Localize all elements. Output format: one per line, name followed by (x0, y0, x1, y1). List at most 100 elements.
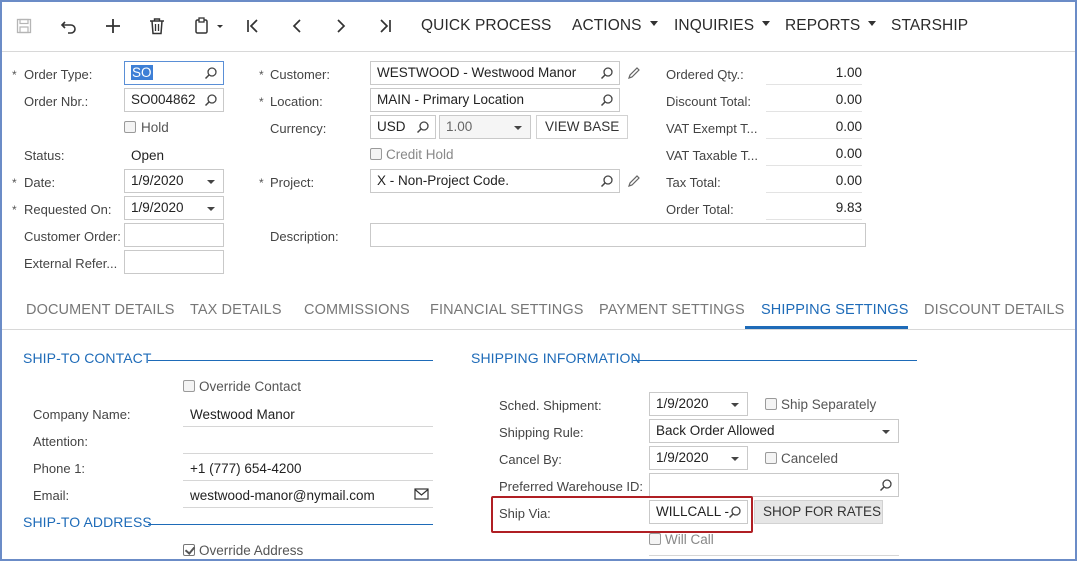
customer-label: Customer: (270, 67, 330, 82)
description-label: Description: (270, 229, 339, 244)
clipboard-icon[interactable] (192, 15, 228, 37)
preferred-warehouse-field[interactable] (649, 473, 899, 497)
reports-menu[interactable]: REPORTS (785, 17, 877, 35)
will-call-checkbox[interactable] (649, 533, 661, 545)
section-divider (148, 360, 433, 361)
delete-icon[interactable] (146, 15, 168, 37)
quick-process-menu[interactable]: QUICK PROCESS (421, 17, 552, 35)
field-underline (649, 555, 899, 556)
project-field[interactable]: X - Non-Project Code. (370, 169, 620, 193)
search-icon[interactable] (204, 66, 218, 80)
tab-document-details[interactable]: DOCUMENT DETAILS (26, 302, 175, 318)
tax-total-label: Tax Total: (666, 175, 721, 190)
search-icon[interactable] (728, 505, 742, 519)
ship-to-contact-header: SHIP-TO CONTACT (23, 350, 152, 366)
add-icon[interactable] (102, 15, 124, 37)
dropdown-arrow-icon[interactable] (514, 126, 522, 130)
external-ref-field[interactable] (124, 250, 224, 274)
sched-shipment-label: Sched. Shipment: (499, 398, 602, 413)
date-label: Date: (24, 175, 56, 190)
tab-tax-details[interactable]: TAX DETAILS (190, 302, 282, 318)
hold-label: Hold (141, 120, 169, 135)
email-field[interactable]: westwood-manor@nymail.com (190, 488, 375, 503)
phone1-field[interactable]: +1 (777) 654-4200 (190, 461, 301, 476)
order-type-label: Order Type: (24, 67, 93, 82)
vat-taxable-value: 0.00 (766, 144, 862, 166)
tab-financial-settings[interactable]: FINANCIAL SETTINGS (430, 302, 584, 318)
starship-menu[interactable]: STARSHIP (891, 17, 968, 35)
search-icon[interactable] (416, 120, 430, 134)
credit-hold-checkbox[interactable] (370, 148, 382, 160)
customer-field[interactable]: WESTWOOD - Westwood Manor (370, 61, 620, 85)
ship-separately-checkbox[interactable] (765, 398, 777, 410)
hold-checkbox[interactable] (124, 121, 136, 133)
view-base-button[interactable]: VIEW BASE (536, 115, 629, 139)
search-icon[interactable] (204, 93, 218, 107)
vat-taxable-label: VAT Taxable T... (666, 148, 759, 163)
edit-pencil-icon[interactable] (627, 66, 641, 80)
required-marker: * (12, 203, 17, 217)
section-divider (148, 524, 433, 525)
search-icon[interactable] (600, 174, 614, 188)
field-underline (183, 507, 433, 508)
previous-record-icon[interactable] (286, 15, 308, 37)
save-icon[interactable] (14, 15, 34, 37)
dropdown-arrow-icon[interactable] (731, 403, 739, 407)
ship-to-address-header: SHIP-TO ADDRESS (23, 514, 152, 530)
undo-icon[interactable] (58, 15, 80, 37)
dropdown-arrow-icon[interactable] (207, 207, 215, 211)
section-divider (633, 360, 917, 361)
order-nbr-field[interactable]: SO004862 (124, 88, 224, 112)
mail-icon[interactable] (414, 488, 429, 500)
tab-commissions[interactable]: COMMISSIONS (304, 302, 410, 318)
tab-payment-settings[interactable]: PAYMENT SETTINGS (599, 302, 745, 318)
description-field[interactable] (370, 223, 866, 247)
dropdown-arrow-icon[interactable] (207, 180, 215, 184)
first-record-icon[interactable] (242, 15, 264, 37)
actions-menu[interactable]: ACTIONS (572, 17, 658, 35)
order-type-field[interactable]: SO (124, 61, 224, 85)
ship-separately-label: Ship Separately (781, 397, 877, 412)
date-field[interactable]: 1/9/2020 (124, 169, 224, 193)
sched-shipment-field[interactable]: 1/9/2020 (649, 392, 748, 416)
canceled-checkbox[interactable] (765, 452, 777, 464)
field-underline (183, 426, 433, 427)
cancel-by-field[interactable]: 1/9/2020 (649, 446, 748, 470)
override-contact-checkbox[interactable] (183, 380, 195, 392)
search-icon[interactable] (879, 478, 893, 492)
discount-total-label: Discount Total: (666, 94, 752, 109)
requested-on-field[interactable]: 1/9/2020 (124, 196, 224, 220)
ship-via-label: Ship Via: (499, 506, 551, 521)
edit-pencil-icon[interactable] (627, 174, 641, 188)
currency-field[interactable]: USD (370, 115, 436, 139)
tab-shipping-settings[interactable]: SHIPPING SETTINGS (761, 302, 909, 318)
dropdown-arrow-icon[interactable] (731, 457, 739, 461)
required-marker: * (259, 68, 264, 82)
tax-total-value: 0.00 (766, 171, 862, 193)
company-name-field[interactable]: Westwood Manor (190, 407, 295, 422)
chevron-down-icon (649, 21, 658, 27)
vat-exempt-label: VAT Exempt T... (666, 121, 758, 136)
cancel-by-label: Cancel By: (499, 452, 562, 467)
search-icon[interactable] (600, 93, 614, 107)
customer-order-field[interactable] (124, 223, 224, 247)
shipping-rule-select[interactable]: Back Order Allowed (649, 419, 899, 443)
ship-via-field[interactable]: WILLCALL - (649, 500, 748, 524)
tab-discount-details[interactable]: DISCOUNT DETAILS (924, 302, 1064, 318)
next-record-icon[interactable] (330, 15, 352, 37)
inquiries-menu[interactable]: INQUIRIES (674, 17, 771, 35)
location-label: Location: (270, 94, 323, 109)
discount-total-value: 0.00 (766, 90, 862, 112)
customer-order-label: Customer Order: (24, 229, 121, 244)
currency-rate-select[interactable]: 1.00 (439, 115, 531, 139)
override-address-checkbox[interactable] (183, 544, 195, 556)
active-tab-indicator (745, 326, 908, 329)
status-value: Open (131, 148, 165, 163)
location-field[interactable]: MAIN - Primary Location (370, 88, 620, 112)
search-icon[interactable] (600, 66, 614, 80)
shipping-information-header: SHIPPING INFORMATION (471, 350, 641, 366)
dropdown-arrow-icon[interactable] (882, 430, 890, 434)
shop-for-rates-button[interactable]: SHOP FOR RATES (754, 500, 883, 524)
last-record-icon[interactable] (374, 15, 396, 37)
company-name-label: Company Name: (33, 407, 131, 422)
